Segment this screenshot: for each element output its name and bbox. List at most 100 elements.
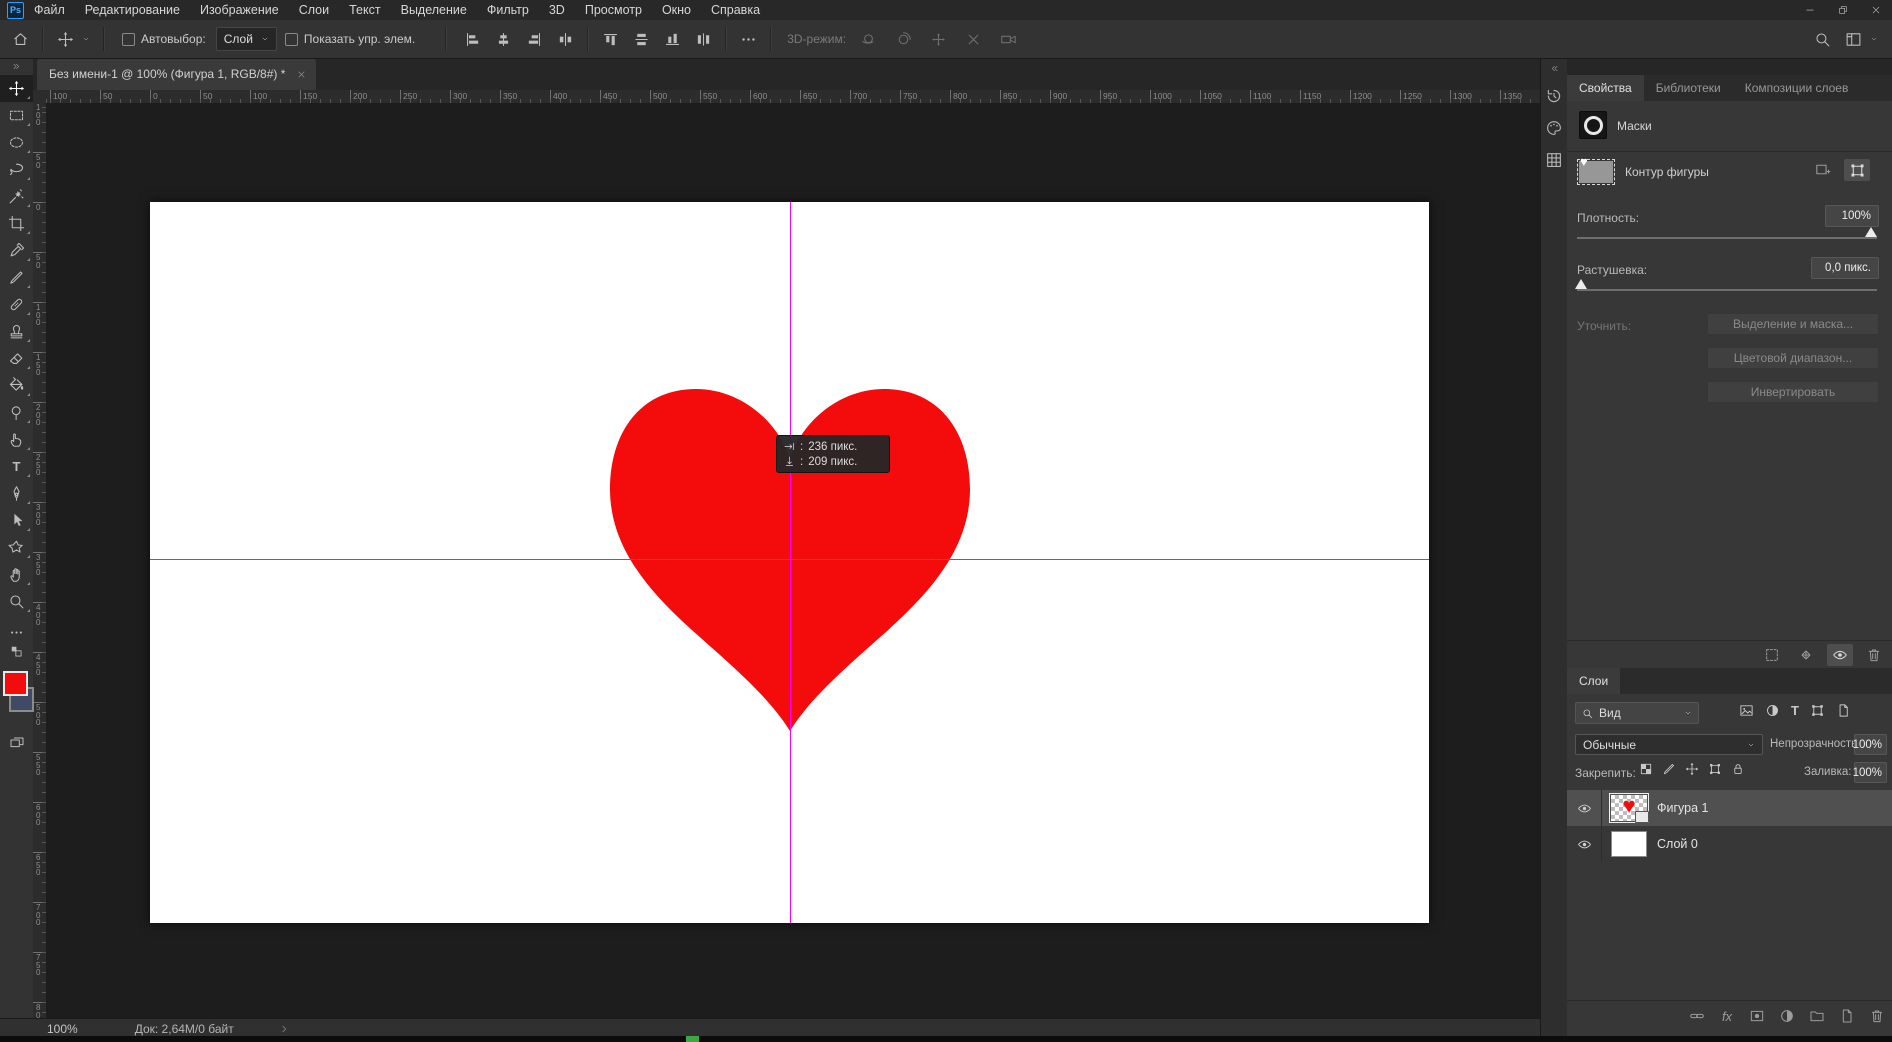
dist-c-icon[interactable] bbox=[557, 31, 574, 48]
density-slider[interactable] bbox=[1577, 237, 1877, 239]
trash-icon[interactable] bbox=[1861, 644, 1887, 666]
default-colors-icon[interactable] bbox=[0, 643, 33, 661]
dist-h-icon[interactable] bbox=[695, 31, 712, 48]
align-left-icon[interactable] bbox=[464, 31, 481, 48]
close-tab-icon[interactable] bbox=[297, 70, 306, 79]
eye-icon[interactable] bbox=[1827, 644, 1853, 666]
page-icon[interactable] bbox=[1837, 1005, 1857, 1027]
menu-item-9[interactable]: Окно bbox=[652, 0, 701, 20]
smudge-tool[interactable] bbox=[0, 426, 33, 453]
vector-mask-target-icon[interactable] bbox=[1844, 159, 1870, 181]
collapse-toolbar-icon[interactable] bbox=[12, 62, 21, 71]
restore-button[interactable] bbox=[1826, 0, 1859, 20]
half-circle-icon[interactable] bbox=[1777, 1005, 1797, 1027]
minimize-button[interactable] bbox=[1793, 0, 1826, 20]
layer-row[interactable]: Слой 0 bbox=[1567, 826, 1892, 862]
menu-item-2[interactable]: Изображение bbox=[190, 0, 289, 20]
frame-filter-icon[interactable] bbox=[1810, 703, 1825, 718]
lock-move-icon[interactable] bbox=[1685, 762, 1699, 776]
edit-toolbar-icon[interactable] bbox=[0, 621, 33, 643]
shape-path-thumbnail[interactable]: ♥ bbox=[1579, 161, 1613, 183]
menu-item-7[interactable]: 3D bbox=[539, 0, 575, 20]
density-value[interactable]: 100% bbox=[1825, 205, 1879, 227]
hand-tool[interactable] bbox=[0, 561, 33, 588]
layer-visibility-toggle[interactable] bbox=[1567, 790, 1602, 826]
palette-panel-icon[interactable] bbox=[1545, 119, 1563, 137]
half-circle-filter-icon[interactable] bbox=[1765, 703, 1780, 718]
align-ch-icon[interactable] bbox=[495, 31, 512, 48]
workspace-icon[interactable] bbox=[1845, 31, 1862, 48]
menu-item-10[interactable]: Справка bbox=[701, 0, 770, 20]
autoselect-target-dropdown[interactable]: Слой bbox=[216, 27, 277, 51]
pan3d-icon[interactable] bbox=[930, 31, 947, 48]
lock-brush-icon[interactable] bbox=[1662, 762, 1676, 776]
density-slider-thumb[interactable] bbox=[1865, 227, 1877, 237]
dashed-square-icon[interactable] bbox=[1759, 644, 1785, 666]
menu-item-8[interactable]: Просмотр bbox=[575, 0, 652, 20]
magic-wand-tool[interactable] bbox=[0, 183, 33, 210]
chevron-down-icon[interactable] bbox=[82, 35, 90, 43]
roll-icon[interactable] bbox=[895, 31, 912, 48]
mask-circle-icon[interactable] bbox=[1747, 1005, 1767, 1027]
screen-mode-icon[interactable] bbox=[0, 731, 33, 755]
menu-item-0[interactable]: Файл bbox=[24, 0, 75, 20]
vertical-guide[interactable] bbox=[790, 202, 791, 923]
layer-thumbnail[interactable]: ♥ bbox=[1611, 795, 1647, 821]
layer-effects-icon[interactable]: fx bbox=[1717, 1005, 1737, 1027]
photoshop-logo-icon[interactable]: Ps bbox=[7, 2, 24, 19]
lasso-tool[interactable] bbox=[0, 156, 33, 183]
layer-thumbnail[interactable] bbox=[1611, 831, 1647, 857]
feather-slider-thumb[interactable] bbox=[1575, 279, 1587, 289]
zoom-tool[interactable] bbox=[0, 588, 33, 615]
page-filter-icon[interactable] bbox=[1836, 703, 1851, 718]
grid-panel-icon[interactable] bbox=[1545, 151, 1563, 169]
menu-item-6[interactable]: Фильтр bbox=[477, 0, 539, 20]
layer-visibility-toggle[interactable] bbox=[1567, 826, 1602, 862]
type-letter-filter-icon[interactable]: T bbox=[1791, 703, 1799, 718]
ruler-corner[interactable] bbox=[33, 90, 47, 104]
horizontal-ruler[interactable]: 1005005010015020025030035040045050055060… bbox=[46, 90, 1540, 104]
align-top-icon[interactable] bbox=[602, 31, 619, 48]
feather-slider[interactable] bbox=[1577, 289, 1877, 291]
more-options-icon[interactable] bbox=[740, 31, 757, 48]
refine-button-2[interactable]: Инвертировать bbox=[1707, 381, 1879, 403]
menu-item-3[interactable]: Слои bbox=[289, 0, 339, 20]
chevron-down-icon[interactable] bbox=[1870, 35, 1878, 43]
tab-layers[interactable]: Слои bbox=[1567, 668, 1620, 694]
foreground-color-swatch[interactable] bbox=[3, 671, 28, 696]
menu-item-1[interactable]: Редактирование bbox=[75, 0, 190, 20]
refine-button-0[interactable]: Выделение и маска... bbox=[1707, 313, 1879, 335]
custom-shape-tool[interactable] bbox=[0, 534, 33, 561]
layer-filter-dropdown[interactable]: Вид bbox=[1575, 702, 1699, 724]
document-tab[interactable]: Без имени-1 @ 100% (Фигура 1, RGB/8#) * bbox=[37, 58, 316, 90]
autoselect-checkbox[interactable] bbox=[122, 33, 135, 46]
pen-tool[interactable] bbox=[0, 480, 33, 507]
horizontal-guide[interactable] bbox=[150, 559, 1429, 560]
search-icon[interactable] bbox=[1814, 31, 1831, 48]
eyedropper-tool[interactable] bbox=[0, 237, 33, 264]
vertical-ruler[interactable]: 1 0 05 005 01 0 01 5 02 0 02 5 03 0 03 5… bbox=[33, 103, 47, 1018]
link-icon[interactable] bbox=[1687, 1005, 1707, 1027]
move-tool-icon[interactable] bbox=[57, 31, 74, 48]
close-button[interactable] bbox=[1859, 0, 1892, 20]
cam3d-icon[interactable] bbox=[1000, 31, 1017, 48]
brush-tool[interactable] bbox=[0, 264, 33, 291]
trash-icon[interactable] bbox=[1867, 1005, 1887, 1027]
paint-bucket-tool[interactable] bbox=[0, 372, 33, 399]
home-icon[interactable] bbox=[12, 31, 29, 48]
tab-layer-comps[interactable]: Композиции слоев bbox=[1733, 75, 1861, 101]
lock-checker-icon[interactable] bbox=[1639, 762, 1653, 776]
add-mask-icon[interactable] bbox=[1814, 161, 1831, 178]
image-filter-icon[interactable] bbox=[1739, 703, 1754, 718]
fill-value[interactable]: 100% bbox=[1854, 762, 1887, 783]
status-expand-icon[interactable] bbox=[279, 1024, 289, 1034]
feather-value[interactable]: 0,0 пикс. bbox=[1811, 257, 1879, 279]
refine-button-1[interactable]: Цветовой диапазон... bbox=[1707, 347, 1879, 369]
history-panel-icon[interactable] bbox=[1545, 87, 1563, 105]
lock-padlock-icon[interactable] bbox=[1731, 762, 1745, 776]
folder-icon[interactable] bbox=[1807, 1005, 1827, 1027]
rectangular-marquee-tool[interactable] bbox=[0, 102, 33, 129]
dist-v-icon[interactable] bbox=[633, 31, 650, 48]
slide3d-icon[interactable] bbox=[965, 31, 982, 48]
align-bottom-icon[interactable] bbox=[664, 31, 681, 48]
